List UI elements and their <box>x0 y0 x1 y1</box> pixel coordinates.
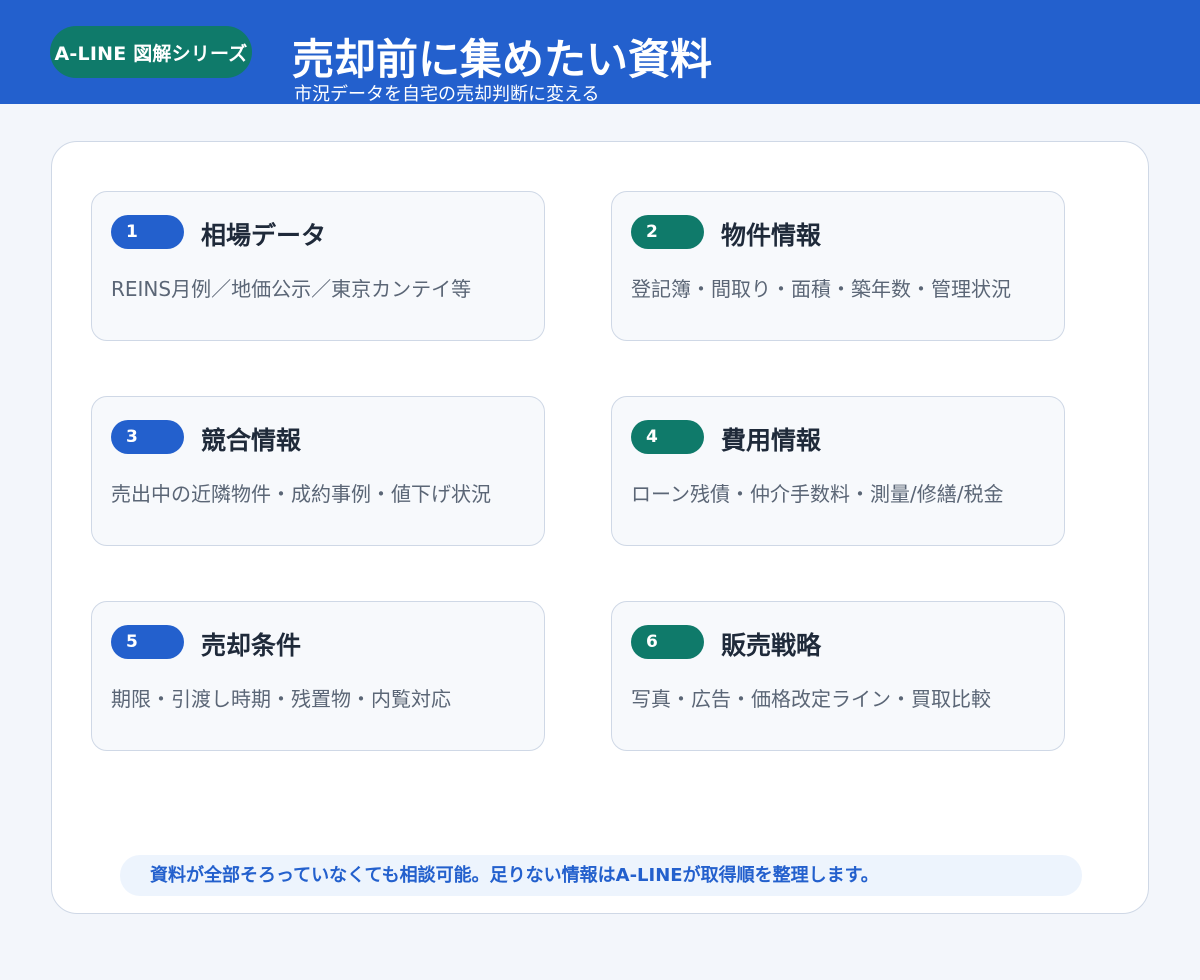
card-sale-conditions: 5 売却条件 期限・引渡し時期・残置物・内覧対応 <box>91 601 545 751</box>
card-competition-info: 3 競合情報 売出中の近隣物件・成約事例・値下げ状況 <box>91 396 545 546</box>
content-panel: 1 相場データ REINS月例／地価公示／東京カンテイ等 2 物件情報 登記簿・… <box>51 141 1149 914</box>
card-description: REINS月例／地価公示／東京カンテイ等 <box>111 277 472 301</box>
card-description: 写真・広告・価格改定ライン・買取比較 <box>631 687 991 711</box>
step-number-badge: 4 <box>631 420 704 454</box>
card-market-data: 1 相場データ REINS月例／地価公示／東京カンテイ等 <box>91 191 545 341</box>
card-description: 売出中の近隣物件・成約事例・値下げ状況 <box>111 482 491 506</box>
card-title: 売却条件 <box>201 631 302 660</box>
footer-note-text: 資料が全部そろっていなくても相談可能。足りない情報はA-LINEが取得順を整理し… <box>150 865 879 886</box>
card-description: ローン残債・仲介手数料・測量/修繕/税金 <box>631 482 1004 506</box>
step-number-badge: 3 <box>111 420 184 454</box>
card-description: 登記簿・間取り・面積・築年数・管理状況 <box>631 277 1011 301</box>
card-sales-strategy: 6 販売戦略 写真・広告・価格改定ライン・買取比較 <box>611 601 1065 751</box>
step-number-badge: 5 <box>111 625 184 659</box>
footer-note: 資料が全部そろっていなくても相談可能。足りない情報はA-LINEが取得順を整理し… <box>120 855 1082 896</box>
card-title: 競合情報 <box>201 426 302 455</box>
header-bar: A-LINE 図解シリーズ 売却前に集めたい資料 市況データを自宅の売却判断に変… <box>0 0 1200 105</box>
series-badge: A-LINE 図解シリーズ <box>50 26 252 78</box>
card-title: 販売戦略 <box>721 631 822 660</box>
page-title: 売却前に集めたい資料 <box>292 35 713 84</box>
card-description: 期限・引渡し時期・残置物・内覧対応 <box>111 687 451 711</box>
card-title: 費用情報 <box>721 426 822 455</box>
card-title: 相場データ <box>201 221 327 250</box>
step-number-badge: 1 <box>111 215 184 249</box>
card-title: 物件情報 <box>721 221 822 250</box>
step-number-badge: 6 <box>631 625 704 659</box>
step-number-badge: 2 <box>631 215 704 249</box>
card-cost-info: 4 費用情報 ローン残債・仲介手数料・測量/修繕/税金 <box>611 396 1065 546</box>
page-subtitle: 市況データを自宅の売却判断に変える <box>294 84 600 105</box>
card-property-info: 2 物件情報 登記簿・間取り・面積・築年数・管理状況 <box>611 191 1065 341</box>
